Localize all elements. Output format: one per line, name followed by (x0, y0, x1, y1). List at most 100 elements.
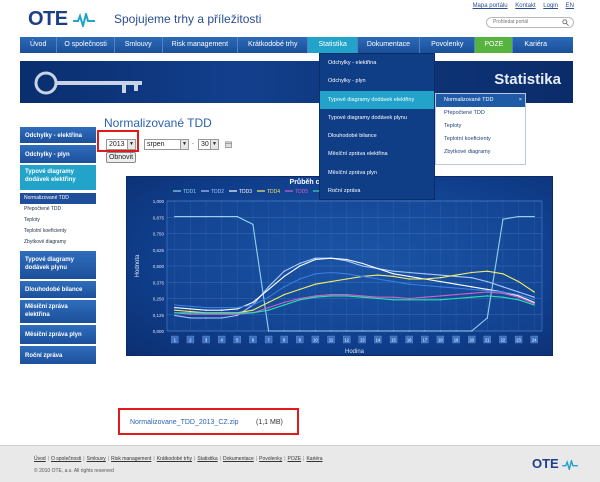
data-point (517, 215, 520, 218)
sidebar-subitem-prepoctene-tdd[interactable]: Přepočtené TDD (20, 204, 96, 215)
nav-item-risk-management[interactable]: Risk management (163, 37, 239, 53)
data-point (283, 275, 285, 278)
dropdown-item-rocni-zprava[interactable]: Roční zpráva (320, 182, 434, 200)
submenu-item-prepoctene-tdd[interactable]: Přepočtené TDD (436, 107, 525, 120)
data-point (533, 291, 535, 293)
data-point (283, 286, 285, 288)
submenu-item-normalizovane-tdd[interactable]: Normalizované TDD × (436, 94, 525, 107)
search-placeholder: Prohledat portál (493, 19, 529, 25)
data-point (314, 273, 317, 275)
sidebar-item-mesicni-zprava-elektrina[interactable]: Měsíční zpráva elektřina (20, 300, 96, 325)
footer-link[interactable]: Dokumentace (223, 456, 254, 462)
data-point (533, 296, 535, 298)
sidebar-subitem-zbytkove-diagramy[interactable]: Zbytkové diagramy (20, 237, 96, 248)
data-point (220, 309, 223, 311)
nav-item-povolenky[interactable]: Povolenky (420, 37, 476, 53)
footer-link[interactable]: Kariéra (306, 456, 322, 462)
submenu-item-zbytkove-diagramy[interactable]: Zbytkové diagramy (436, 146, 525, 159)
dropdown-item-odchylky-plyn[interactable]: Odchylky - plyn (320, 72, 434, 90)
sidebar-item-rocni-zprava[interactable]: Roční zpráva (20, 346, 96, 366)
data-point (470, 286, 473, 288)
footer-link[interactable]: Krátkodobé trhy (157, 456, 192, 462)
nav-item-statistika[interactable]: Statistika (308, 37, 358, 53)
footer-link[interactable]: Úvod (34, 456, 46, 462)
data-point (330, 257, 332, 259)
sidebar-item-mesicni-zprava-plyn[interactable]: Měsíční zpráva plyn (20, 325, 96, 346)
x-tick-label: 17 (422, 338, 427, 343)
dropdown-item-odchylky-elektrina[interactable]: Odchylky - elektřina (320, 54, 434, 72)
nav-item-kratkodobe-trhy[interactable]: Krátkodobé trhy (238, 37, 309, 53)
data-point (361, 296, 364, 298)
y-tick-label: 0,000 (153, 329, 165, 334)
data-point (189, 310, 192, 313)
footer-links: Úvod | O společnosti | Smlouvy | Risk manageme… (34, 456, 323, 462)
day-select[interactable]: 30 ▼ (198, 139, 219, 150)
search-input[interactable]: Prohledat portál (486, 17, 574, 28)
data-point (252, 301, 254, 304)
sidebar-subitem-teplotni-koeficienty[interactable]: Teplotní koeficienty (20, 226, 96, 237)
nav-item-kariera[interactable]: Kariéra (513, 37, 558, 53)
sidebar-subitem-normalizovane-tdd[interactable]: Normalizované TDD (20, 193, 96, 204)
data-point (470, 292, 473, 294)
year-value: 2013 (109, 141, 125, 148)
data-point (236, 306, 239, 309)
utility-link-en[interactable]: EN (566, 3, 574, 9)
nav-item-uvod[interactable]: Úvod (20, 37, 58, 53)
footer-link[interactable]: POZE (288, 456, 302, 462)
nav-item-poze[interactable]: POZE (475, 37, 514, 53)
footer-logo[interactable]: OTE (532, 456, 579, 472)
nav-item-o-spolecnosti[interactable]: O společnosti (57, 37, 115, 53)
search-icon[interactable] (562, 19, 569, 26)
dropdown-item-mesicni-zprava-plyn[interactable]: Měsíční zpráva plyn (320, 164, 434, 182)
footer-separator: | (83, 456, 85, 462)
refresh-button[interactable]: Obnovit (106, 152, 136, 163)
footer-link[interactable]: Povolenky (259, 456, 282, 462)
footer-link[interactable]: O společnosti (51, 456, 81, 462)
data-point (424, 273, 426, 275)
data-point (408, 283, 410, 285)
dropdown-item-dlouhodobe-bilance[interactable]: Dlouhodobé bilance (320, 127, 434, 145)
calendar-icon[interactable] (225, 141, 232, 148)
submenu-item-teplotni-koeficienty[interactable]: Teplotní koeficienty (436, 133, 525, 146)
year-select[interactable]: 2013 ▼ (106, 139, 136, 150)
data-point (486, 295, 489, 297)
data-point (533, 299, 535, 301)
footer-link[interactable]: Risk management (111, 456, 151, 462)
utility-link-contact[interactable]: Kontakt (515, 3, 535, 9)
download-link[interactable]: Normalizovane_TDD_2013_CZ.zip (130, 419, 239, 426)
sidebar-item-tdd-elektriny[interactable]: Typové diagramy dodávek elektřiny (20, 165, 96, 192)
chevron-down-icon[interactable]: ▼ (180, 140, 188, 149)
data-point (439, 274, 442, 276)
dropdown-item-mesicni-zprava-elektrina[interactable]: Měsíční zpráva elektřina (320, 145, 434, 163)
nav-item-smlouvy[interactable]: Smlouvy (115, 37, 163, 53)
submenu-item-teploty[interactable]: Teploty (436, 120, 525, 133)
nav-item-dokumentace[interactable]: Dokumentace (358, 37, 421, 53)
chevron-down-icon[interactable]: ▼ (127, 140, 135, 149)
sidebar-item-tdd-plynu[interactable]: Typové diagramy dodávek plynu (20, 251, 96, 281)
footer-separator: | (284, 456, 286, 462)
utility-link-login[interactable]: Login (543, 3, 558, 9)
data-point (345, 295, 348, 297)
dropdown-item-tdd-plynu[interactable]: Typové diagramy dodávek plynu (320, 109, 434, 127)
y-tick-label: 0,125 (153, 313, 165, 318)
x-tick-label: 13 (360, 338, 365, 343)
sidebar-item-odchylky-plyn[interactable]: Odchylky - plyn (20, 145, 96, 165)
data-point (252, 223, 254, 226)
sidebar-item-dlouhodobe-bilance[interactable]: Dlouhodobé bilance (20, 281, 96, 300)
utility-link-sitemap[interactable]: Mapa portálu (473, 3, 508, 9)
sidebar-item-odchylky-elektrina[interactable]: Odchylky - elektřina (20, 127, 96, 145)
data-point (314, 295, 317, 297)
close-icon[interactable]: × (519, 94, 522, 107)
data-point (377, 297, 379, 300)
data-point (267, 296, 270, 298)
month-select[interactable]: srpen ▼ (144, 139, 189, 150)
footer-link[interactable]: Smlouvy (87, 456, 106, 462)
data-point (533, 301, 535, 304)
chevron-down-icon[interactable]: ▼ (210, 140, 218, 149)
data-point (424, 299, 426, 301)
dropdown-item-tdd-elektriny[interactable]: Typové diagramy dodávek elektřiny (320, 90, 434, 109)
ote-logo[interactable]: OTE (28, 8, 95, 31)
copyright: © 2010 OTE, a.s. All rights reserved (34, 468, 114, 474)
footer-link[interactable]: Statistika (197, 456, 217, 462)
sidebar-subitem-teploty[interactable]: Teploty (20, 215, 96, 226)
